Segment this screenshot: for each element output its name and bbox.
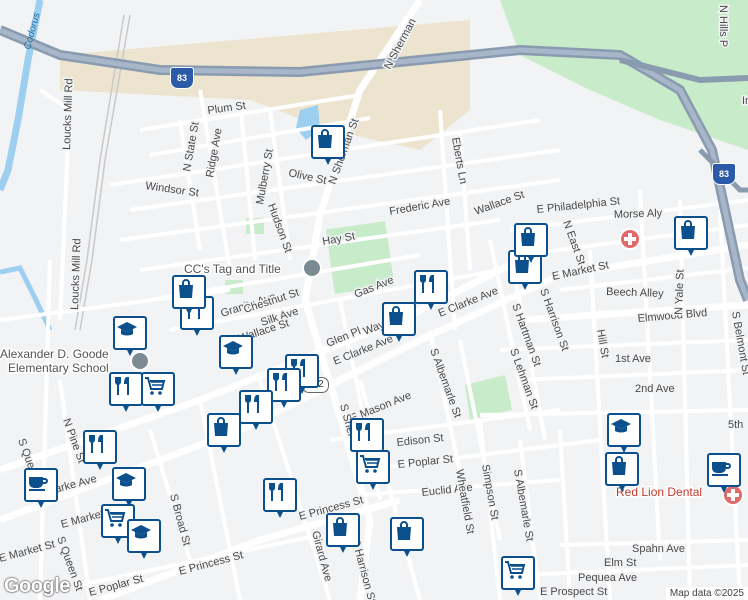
pin-tail: [220, 445, 228, 453]
shopping-bag-icon: [207, 413, 241, 447]
interstate-83-shield: 83: [170, 67, 194, 89]
school-icon: [112, 467, 146, 501]
restaurant-icon: [239, 390, 273, 424]
pin-tail: [527, 255, 535, 263]
pin-tail: [96, 462, 104, 470]
pin-tail: [276, 510, 284, 518]
pin-tail: [280, 400, 288, 408]
pin-tail: [37, 500, 45, 508]
shopping-bag-icon: [326, 513, 360, 547]
pin-tail: [114, 536, 122, 544]
shopping-bag-pin[interactable]: [207, 413, 241, 457]
restaurant-icon: [414, 270, 448, 304]
shopping-cart-pin[interactable]: [141, 372, 175, 416]
svg-text:Morse Aly: Morse Aly: [614, 207, 663, 221]
svg-text:5th: 5th: [728, 419, 743, 431]
pin-tail: [154, 404, 162, 412]
svg-text:Spahn Ave: Spahn Ave: [632, 543, 685, 555]
pin-tail: [324, 157, 332, 165]
school-label-line2: Elementary School: [8, 361, 109, 375]
cafe-icon: [707, 453, 741, 487]
shopping-bag-pin[interactable]: [311, 125, 345, 169]
shopping-cart-pin[interactable]: [501, 556, 535, 600]
shopping-bag-pin[interactable]: [605, 452, 639, 496]
svg-text:Loucks Mill Rd: Loucks Mill Rd: [61, 78, 75, 150]
school-icon: [127, 519, 161, 553]
google-logo: Google: [4, 575, 70, 597]
school-pin[interactable]: [219, 335, 253, 379]
shopping-cart-pin[interactable]: [356, 450, 390, 494]
pin-tail: [618, 484, 626, 492]
pin-tail: [193, 328, 201, 336]
pin-tail: [403, 549, 411, 557]
shopping-bag-icon: [605, 452, 639, 486]
school-icon: [219, 335, 253, 369]
pin-tail: [232, 367, 240, 375]
restaurant-pin[interactable]: [263, 478, 297, 522]
shopping-bag-icon: [674, 216, 708, 250]
pin-tail: [687, 248, 695, 256]
pin-tail: [369, 482, 377, 490]
cafe-icon: [24, 468, 58, 502]
shopping-bag-pin[interactable]: [674, 216, 708, 260]
restaurant-pin[interactable]: [414, 270, 448, 314]
school-label-line1: Alexander D. Goode: [0, 347, 109, 361]
svg-text:E Prospect St: E Prospect St: [540, 586, 607, 598]
school-icon: [113, 316, 147, 350]
school-pin[interactable]: [607, 413, 641, 457]
shopping-cart-icon: [501, 556, 535, 590]
shopping-bag-pin[interactable]: [326, 513, 360, 557]
pin-tail: [140, 551, 148, 559]
tag-title-marker-icon[interactable]: [302, 258, 322, 278]
svg-text:Pequea Ave: Pequea Ave: [578, 572, 637, 584]
pin-tail: [185, 307, 193, 315]
pin-tail: [395, 334, 403, 342]
medical-cross-icon[interactable]: [619, 228, 641, 250]
restaurant-icon: [263, 478, 297, 512]
shopping-bag-icon: [311, 125, 345, 159]
shopping-bag-pin[interactable]: [382, 302, 416, 346]
restaurant-icon: [350, 418, 384, 452]
svg-text:2nd Ave: 2nd Ave: [635, 383, 675, 395]
school-pin[interactable]: [127, 519, 161, 563]
school-pin[interactable]: [113, 316, 147, 360]
pin-tail: [339, 545, 347, 553]
svg-text:Beech Alley: Beech Alley: [606, 286, 664, 300]
restaurant-pin[interactable]: [109, 372, 143, 416]
pin-tail: [252, 422, 260, 430]
map-canvas[interactable]: Codorus N Sherman N Sherman St Plum St N…: [0, 0, 748, 600]
cafe-pin[interactable]: [707, 453, 741, 497]
map-attribution: Map data ©2025: [665, 587, 748, 600]
pin-tail: [720, 485, 728, 493]
pin-tail: [126, 348, 134, 356]
restaurant-icon: [83, 430, 117, 464]
restaurant-pin[interactable]: [239, 390, 273, 434]
tag-title-label: CC's Tag and Title: [184, 262, 281, 276]
pin-tail: [122, 404, 130, 412]
svg-text:N Hills P: N Hills P: [717, 5, 729, 47]
pin-tail: [521, 282, 529, 290]
shopping-bag-pin[interactable]: [514, 223, 548, 267]
pin-tail: [427, 302, 435, 310]
svg-text:In: In: [742, 95, 748, 107]
shopping-bag-icon: [390, 517, 424, 551]
shopping-bag-pin[interactable]: [172, 275, 206, 319]
svg-text:Loucks Mill Rd: Loucks Mill Rd: [69, 238, 83, 310]
shopping-bag-icon: [172, 275, 206, 309]
shopping-bag-icon: [514, 223, 548, 257]
restaurant-pin[interactable]: [83, 430, 117, 474]
shopping-cart-icon: [356, 450, 390, 484]
school-icon: [607, 413, 641, 447]
svg-text:N Yale St: N Yale St: [673, 269, 687, 315]
interstate-83-shield-east: 83: [712, 163, 736, 185]
cafe-pin[interactable]: [24, 468, 58, 512]
svg-text:1st Ave: 1st Ave: [615, 353, 651, 365]
shopping-cart-icon: [141, 372, 175, 406]
shopping-bag-pin[interactable]: [390, 517, 424, 561]
shopping-bag-icon: [382, 302, 416, 336]
pin-tail: [514, 588, 522, 596]
svg-text:Elm St: Elm St: [604, 557, 636, 569]
restaurant-icon: [109, 372, 143, 406]
